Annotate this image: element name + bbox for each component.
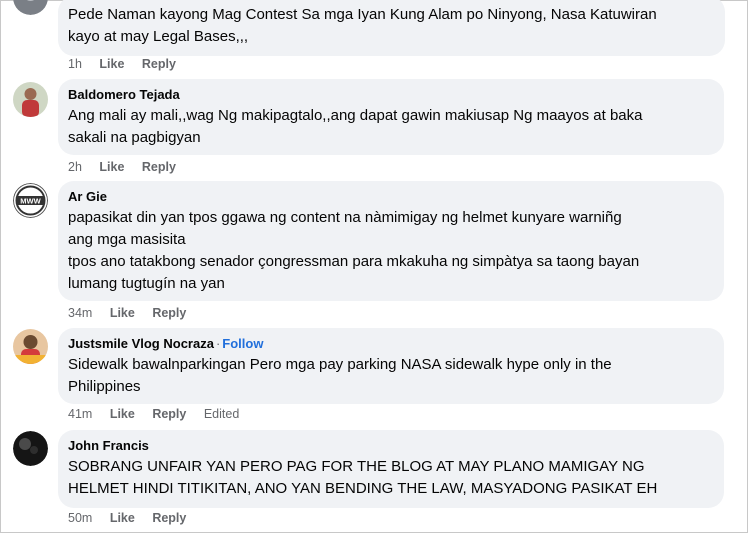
comment-text-line: sakali na pagbigyan (68, 129, 201, 146)
comment-bubble: Justsmile Vlog Nocraza · Follow Sidewalk b… (58, 328, 724, 404)
comment-text-line: kayo at may Legal Bases,,, (68, 28, 249, 45)
comment-time[interactable]: 2h (68, 160, 82, 174)
comment-author[interactable]: Justsmile Vlog Nocraza (68, 336, 214, 351)
reply-button[interactable]: Reply (152, 407, 186, 421)
avatar[interactable]: MWW (13, 183, 48, 218)
comment-author-row: Justsmile Vlog Nocraza · Follow (68, 336, 713, 352)
comment-bubble: Pede Naman kayong Mag Contest Sa mga Iya… (58, 0, 725, 56)
comment-bubble: John Francis SOBRANG UNFAIR YAN PERO PAG… (58, 430, 724, 508)
like-button[interactable]: Like (110, 306, 135, 320)
profile-photo-icon (13, 431, 48, 466)
comment-text-line: Philippines (68, 378, 141, 395)
comment-actions: 1h Like Reply (68, 56, 190, 72)
comment-author[interactable]: John Francis (68, 438, 713, 454)
comment-text-line: papasikat din yan tpos ggawa ng content … (68, 209, 622, 226)
comment-actions: 41m Like Reply Edited (68, 406, 253, 422)
profile-photo-icon (13, 82, 48, 117)
profile-photo-icon (13, 329, 48, 364)
comment-actions: 2h Like Reply (68, 159, 190, 175)
avatar[interactable] (13, 82, 48, 117)
like-button[interactable]: Like (110, 407, 135, 421)
like-button[interactable]: Like (99, 57, 124, 71)
like-button[interactable]: Like (99, 160, 124, 174)
comment-time[interactable]: 41m (68, 407, 92, 421)
avatar[interactable] (13, 329, 48, 364)
comment-bubble: Baldomero Tejada Ang mali ay mali,,wag N… (58, 79, 724, 155)
comment-actions: 34m Like Reply (68, 305, 200, 321)
comment-text: Sidewalk bawalnparkingan Pero mga pay pa… (68, 354, 713, 398)
reply-button[interactable]: Reply (152, 511, 186, 525)
comment-text-line: Pede Naman kayong Mag Contest Sa mga Iya… (68, 6, 657, 23)
comment-text: SOBRANG UNFAIR YAN PERO PAG FOR THE BLOG… (68, 456, 713, 500)
comment-text-line: tpos ano tatakbong senador çongressman p… (68, 253, 640, 270)
follow-button[interactable]: Follow (222, 336, 263, 351)
comment-text-line: Sidewalk bawalnparkingan Pero mga pay pa… (68, 356, 612, 373)
comment-bubble: Ar Gie papasikat din yan tpos ggawa ng c… (58, 181, 724, 301)
comment-text-line: SOBRANG UNFAIR YAN PERO PAG FOR THE BLOG… (68, 458, 645, 475)
comment-text-line: ang mga masisita (68, 231, 186, 248)
comment-author[interactable]: Ar Gie (68, 189, 713, 205)
reply-button[interactable]: Reply (152, 306, 186, 320)
reply-button[interactable]: Reply (142, 57, 176, 71)
comment-time[interactable]: 34m (68, 306, 92, 320)
avatar[interactable] (13, 431, 48, 466)
comment-actions: 50m Like Reply (68, 510, 200, 526)
comment-time[interactable]: 1h (68, 57, 82, 71)
edited-label: Edited (203, 407, 240, 421)
like-button[interactable]: Like (110, 511, 135, 525)
mww-logo-icon: MWW (13, 183, 48, 218)
comment-time[interactable]: 50m (68, 511, 92, 525)
comment-text-line: lumang tugtugín na yan (68, 275, 225, 292)
avatar-logo-text: MWW (20, 197, 41, 206)
comment-text-line: Ang mali ay mali,,wag Ng makipagtalo,,an… (68, 107, 643, 124)
comment-text-line: HELMET HINDI TITIKITAN, ANO YAN BENDING … (68, 480, 658, 497)
comment-text: papasikat din yan tpos ggawa ng content … (68, 207, 713, 295)
comment-text: Ang mali ay mali,,wag Ng makipagtalo,,an… (68, 105, 713, 149)
comment-text: Pede Naman kayong Mag Contest Sa mga Iya… (68, 4, 714, 48)
comment-author[interactable]: Baldomero Tejada (68, 87, 713, 103)
separator-dot: · (215, 336, 221, 351)
reply-button[interactable]: Reply (142, 160, 176, 174)
